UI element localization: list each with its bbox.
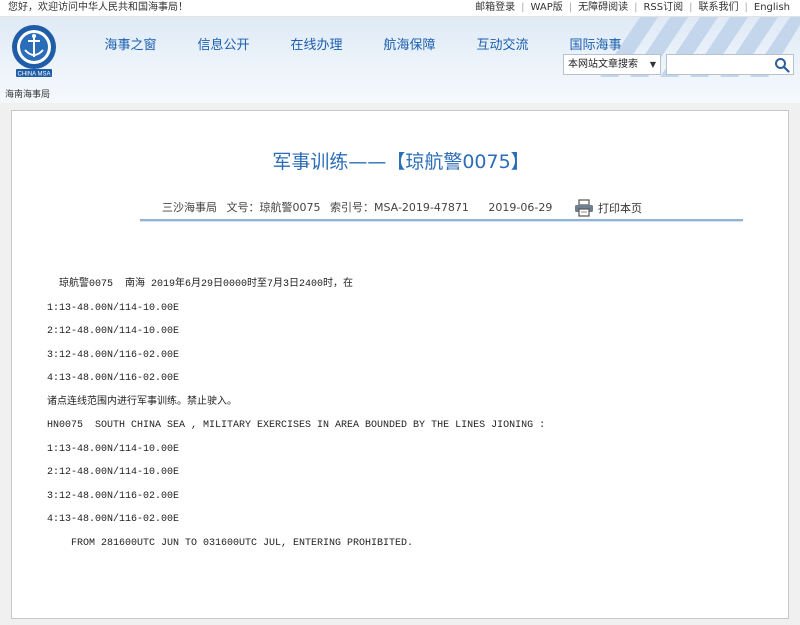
article-card: 军事训练——【琼航警0075】 三沙海事局 文号：琼航警0075 索引号：MSA…: [11, 110, 789, 619]
separator: |: [689, 2, 693, 13]
body-line: 琼航警0075 南海 2019年6月29日0000时至7月3日2400时，在: [47, 279, 354, 290]
article-title: 军事训练——【琼航警0075】: [272, 151, 530, 173]
separator: |: [634, 2, 638, 13]
print-label: 打印本页: [598, 202, 642, 215]
rss-link[interactable]: RSS订阅: [643, 2, 683, 14]
title-divider-shadow: [140, 221, 743, 222]
body-line: 2:12-48.00N/114-10.00E: [47, 467, 180, 478]
nav-item-info[interactable]: 信息公开: [177, 35, 270, 57]
separator: |: [744, 2, 748, 13]
body-line: 4:13-48.00N/116-02.00E: [47, 514, 180, 525]
search-scope-value: 本网站文章搜索: [568, 59, 638, 70]
svg-text:CHINA MSA: CHINA MSA: [17, 72, 50, 78]
body-line: 1:13-48.00N/114-10.00E: [47, 443, 180, 455]
main-nav: 海事之窗 信息公开 在线办理 航海保障 互动交流 国际海事: [84, 35, 642, 57]
doc-no-label: 文号：: [226, 201, 260, 214]
body-line: HN0075 SOUTH CHINA SEA , MILITARY EXERCI…: [47, 420, 546, 431]
mail-login-link[interactable]: 邮箱登录: [475, 2, 515, 14]
index-no: MSA-2019-47871: [374, 201, 469, 214]
department-name: 海南海事局: [5, 90, 51, 100]
article-meta: 三沙海事局 文号：琼航警0075 索引号：MSA-2019-47871 2019…: [162, 201, 558, 215]
body-line: 2:12-48.00N/114-10.00E: [47, 326, 180, 337]
printer-icon: [575, 199, 593, 217]
contact-us-link[interactable]: 联系我们: [699, 2, 739, 14]
doc-no: 琼航警0075: [259, 201, 321, 214]
index-label: 索引号：: [330, 201, 374, 214]
body-line: 1:13-48.00N/114-10.00E: [47, 302, 180, 314]
nav-item-online[interactable]: 在线办理: [270, 35, 363, 57]
print-button[interactable]: 打印本页: [574, 198, 642, 218]
top-links: 邮箱登录 | WAP版 | 无障碍阅读 | RSS订阅 | 联系我们 | Eng…: [475, 2, 790, 14]
search-icon[interactable]: [774, 57, 790, 73]
search-scope-select[interactable]: 本网站文章搜索 ▼: [563, 54, 661, 75]
body-line: 3:12-48.00N/116-02.00E: [47, 490, 180, 502]
english-link[interactable]: English: [754, 2, 790, 14]
welcome-text: 您好，欢迎访问中华人民共和国海事局！: [8, 2, 188, 13]
separator: |: [568, 2, 573, 13]
nav-item-window[interactable]: 海事之窗: [84, 35, 177, 57]
body-line: 3:12-48.00N/116-02.00E: [47, 349, 180, 361]
search-box: [666, 54, 794, 77]
issuer: 三沙海事局: [162, 201, 217, 214]
accessibility-link[interactable]: 无障碍阅读: [578, 2, 628, 14]
body-line: 诸点连线范围内进行军事训练。禁止驶入。: [47, 396, 237, 408]
body-line: FROM 281600UTC JUN TO 031600UTC JUL, ENT…: [47, 537, 414, 549]
nav-item-interaction[interactable]: 互动交流: [456, 35, 549, 57]
wap-link[interactable]: WAP版: [531, 2, 563, 14]
search-input[interactable]: [667, 58, 767, 77]
publish-date: 2019-06-29: [488, 201, 553, 214]
body-line: 4:13-48.00N/116-02.00E: [47, 373, 180, 384]
nav-item-navigation[interactable]: 航海保障: [363, 35, 456, 57]
chevron-down-icon: ▼: [649, 60, 656, 69]
top-utility-bar: 您好，欢迎访问中华人民共和国海事局！ 邮箱登录 | WAP版 | 无障碍阅读 |…: [0, 0, 800, 17]
separator: |: [521, 2, 525, 13]
china-msa-logo-icon[interactable]: CHINA MSA: [10, 23, 58, 79]
